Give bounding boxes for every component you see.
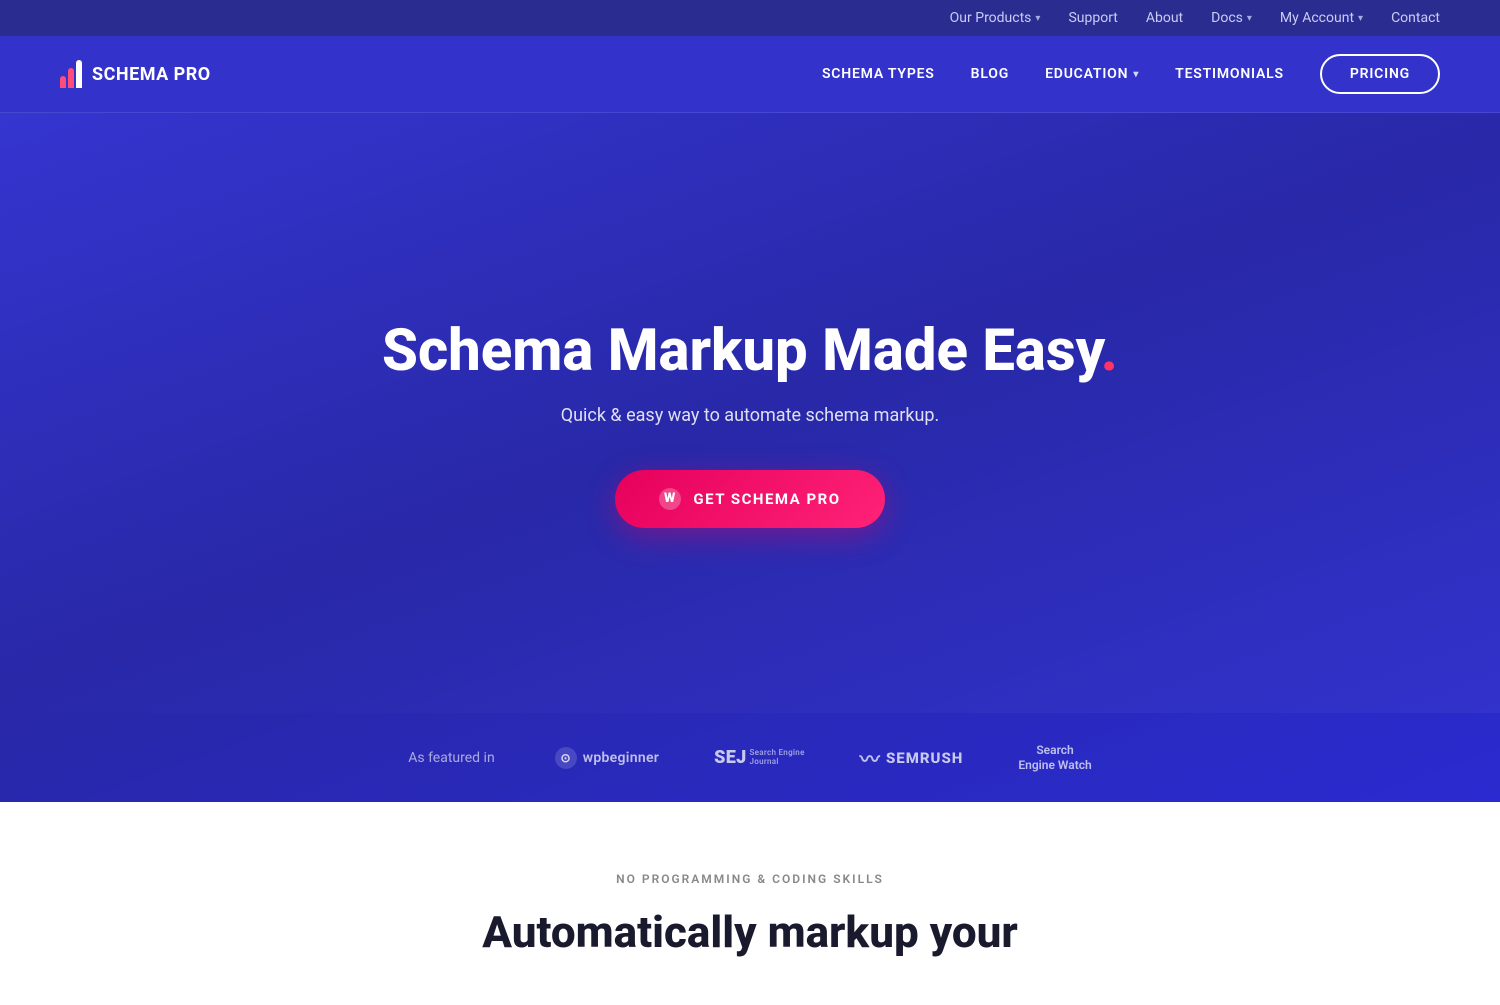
chevron-down-icon: ▾ (1133, 69, 1139, 80)
wpbeginner-logo: ⊙ wpbeginner (555, 747, 659, 769)
hero-section: Schema Markup Made Easy. Quick & easy wa… (0, 113, 1500, 713)
section-heading: Automatically markup your (60, 906, 1440, 959)
topbar-our-products[interactable]: Our Products ▾ (950, 10, 1041, 26)
hero-dot: . (1101, 317, 1118, 385)
search-engine-watch-logo: Search Engine Watch (1018, 743, 1091, 772)
hero-heading: Schema Markup Made Easy. (382, 318, 1118, 385)
nav-schema-types[interactable]: SCHEMA TYPES (822, 66, 935, 82)
topbar-support[interactable]: Support (1068, 10, 1117, 26)
section-label: NO PROGRAMMING & CODING SKILLS (60, 872, 1440, 886)
semrush-logo: 〰 SEMRUSH (860, 743, 964, 772)
topbar-about[interactable]: About (1146, 10, 1183, 26)
bottom-section: NO PROGRAMMING & CODING SKILLS Automatic… (0, 802, 1500, 999)
wpbeginner-icon: ⊙ (555, 747, 577, 769)
topbar-docs[interactable]: Docs ▾ (1211, 10, 1252, 26)
logo-bar-2 (68, 68, 74, 88)
sej-logo: SEJ Search Engine Journal (714, 747, 805, 768)
main-nav: SCHEMA PRO SCHEMA TYPES BLOG EDUCATION ▾… (0, 36, 1500, 113)
featured-logos: ⊙ wpbeginner SEJ Search Engine Journal 〰… (555, 743, 1092, 772)
logo-icon (60, 60, 82, 88)
cta-button[interactable]: W GET SCHEMA PRO (615, 470, 884, 528)
nav-education[interactable]: EDUCATION ▾ (1045, 66, 1139, 82)
nav-blog[interactable]: BLOG (971, 66, 1009, 82)
wordpress-icon: W (659, 488, 681, 510)
topbar-my-account[interactable]: My Account ▾ (1280, 10, 1363, 26)
logo-bar-3 (76, 60, 82, 88)
semrush-icon: 〰 (860, 743, 880, 772)
chevron-down-icon: ▾ (1358, 13, 1363, 24)
featured-bar: As featured in ⊙ wpbeginner SEJ Search E… (0, 713, 1500, 802)
chevron-down-icon: ▾ (1035, 13, 1040, 24)
logo[interactable]: SCHEMA PRO (60, 60, 211, 88)
top-bar: Our Products ▾ Support About Docs ▾ My A… (0, 0, 1500, 36)
chevron-down-icon: ▾ (1247, 13, 1252, 24)
hero-subheading: Quick & easy way to automate schema mark… (561, 405, 940, 426)
logo-bar-1 (60, 76, 66, 88)
nav-testimonials[interactable]: TESTIMONIALS (1175, 66, 1284, 82)
pricing-button[interactable]: PRICING (1320, 54, 1440, 94)
nav-links: SCHEMA TYPES BLOG EDUCATION ▾ TESTIMONIA… (822, 54, 1440, 94)
logo-text: SCHEMA PRO (92, 64, 211, 85)
topbar-contact[interactable]: Contact (1391, 10, 1440, 26)
featured-label: As featured in (408, 750, 494, 766)
